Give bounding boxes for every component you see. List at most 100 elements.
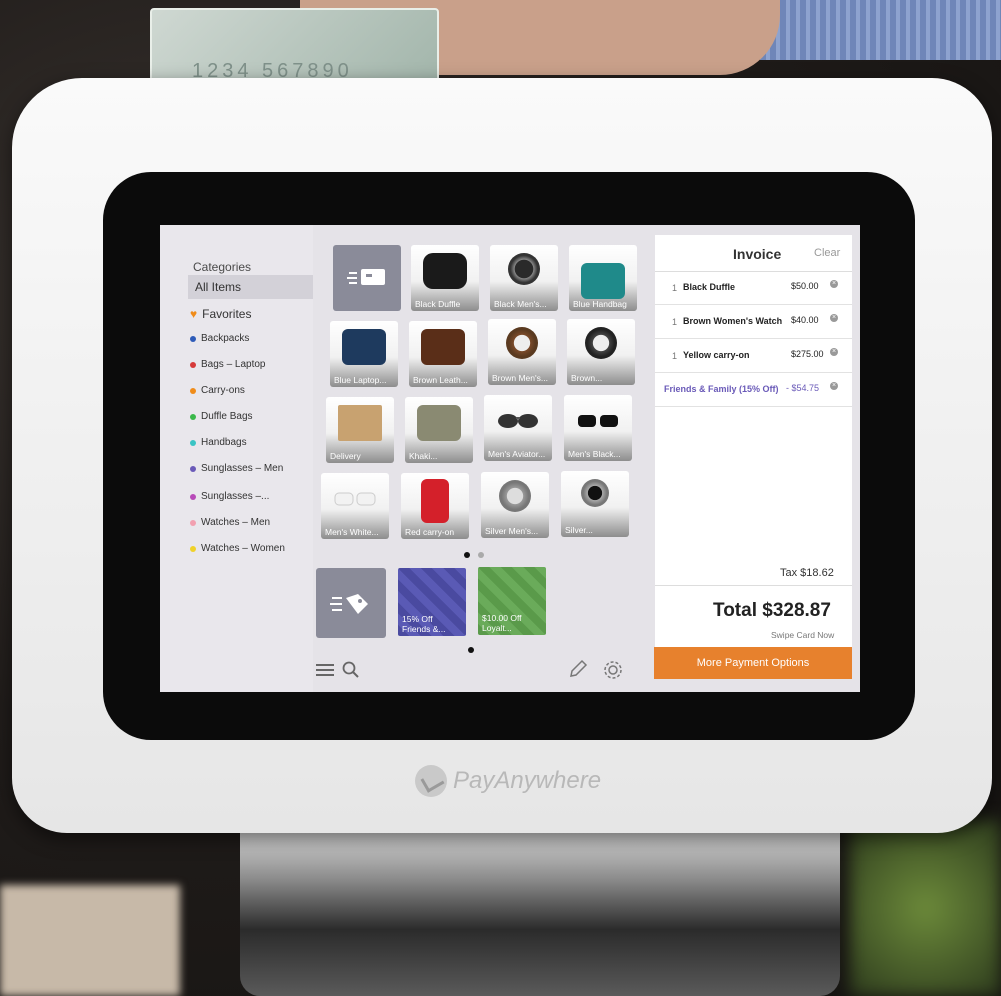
clear-button[interactable]: Clear (814, 247, 840, 259)
product-tile[interactable]: Blue Handbag (569, 245, 637, 311)
discount-amount: - $54.75 (786, 383, 820, 393)
invoice-line[interactable]: 1 Black Duffle $50.00 × (655, 271, 852, 305)
watch-image (506, 327, 538, 359)
sidebar-item-label: Carry-ons (201, 385, 245, 396)
sidebar-item-label: Watches – Men (201, 517, 271, 528)
category-sidebar: Categories All Items ♥ Favorites Backpac… (160, 225, 313, 692)
add-discount-tile[interactable] (316, 568, 386, 638)
product-tile[interactable]: Red carry-on (401, 473, 469, 539)
product-tile[interactable]: Men's Black... (564, 395, 632, 461)
discount-label: $10.00 Off Loyalt... (482, 613, 522, 633)
card-item-icon (347, 269, 385, 285)
line-qty: 1 (672, 283, 678, 293)
category-color-dot (190, 335, 196, 342)
sidebar-item-label: Duffle Bags (201, 411, 253, 422)
product-tile[interactable]: Black Men's... (490, 245, 558, 311)
discount-name: Friends & Family (15% Off) (664, 384, 779, 394)
remove-line-icon[interactable]: × (830, 280, 838, 288)
product-tile[interactable]: Silver... (561, 471, 629, 537)
product-tile[interactable]: Black Duffle (411, 245, 479, 311)
shirt-sleeve (760, 0, 1001, 60)
sunglasses-image (496, 403, 540, 439)
invoice-discount-line[interactable]: Friends & Family (15% Off) - $54.75 × (655, 373, 852, 407)
product-tile[interactable]: Khaki... (405, 397, 473, 463)
total-amount: Total $328.87 (713, 600, 831, 621)
sunglasses-image (576, 403, 620, 439)
product-tile[interactable]: Brown Leath... (409, 321, 477, 387)
discount-tile[interactable]: 15% Off Friends &... (398, 568, 466, 636)
remove-line-icon[interactable]: × (830, 314, 838, 322)
invoice-line[interactable]: 1 Brown Women's Watch $40.00 × (655, 305, 852, 339)
background-plant (850, 820, 1001, 996)
background-counter (0, 885, 180, 996)
laptop-bag-image (342, 329, 386, 365)
pencil-icon[interactable] (568, 659, 588, 679)
category-color-dot (190, 387, 196, 394)
add-item-tile[interactable] (333, 245, 401, 311)
page-indicator-active[interactable] (464, 552, 470, 558)
sidebar-item-label: Favorites (202, 307, 252, 321)
sidebar-item-duffle-bags[interactable]: Duffle Bags (190, 411, 253, 422)
sidebar-item-bags-laptop[interactable]: Bags – Laptop (190, 359, 266, 370)
menu-icon[interactable] (315, 662, 337, 678)
product-label: Khaki... (409, 451, 438, 461)
categories-title: Categories (193, 260, 252, 274)
sidebar-item-favorites[interactable]: ♥ Favorites (190, 307, 251, 321)
product-label: Blue Handbag (573, 299, 627, 309)
discount-line1: 15% Off (402, 614, 433, 624)
invoice-title: Invoice (733, 246, 782, 262)
sidebar-item-watches-men[interactable]: Watches – Men (190, 517, 270, 528)
line-qty: 1 (672, 351, 678, 361)
total-divider (655, 585, 852, 586)
sidebar-item-backpacks[interactable]: Backpacks (190, 333, 249, 344)
line-price: $50.00 (791, 281, 819, 291)
sidebar-item-sunglasses-men[interactable]: Sunglasses – Men (190, 463, 283, 474)
sidebar-item-sunglasses-women[interactable]: Sunglasses –... (190, 491, 269, 502)
duffle-bag-image (423, 253, 467, 289)
product-label: Black Duffle (415, 299, 461, 309)
gear-icon[interactable] (602, 659, 624, 681)
discount-tile[interactable]: $10.00 Off Loyalt... (478, 567, 546, 635)
invoice-line[interactable]: 1 Yellow carry-on $275.00 × (655, 339, 852, 373)
product-tile[interactable]: Silver Men's... (481, 472, 549, 538)
product-tile[interactable]: Men's Aviator... (484, 395, 552, 461)
product-label: Red carry-on (405, 527, 455, 537)
discount-line2: Loyalt... (482, 623, 512, 633)
device-stand (240, 830, 840, 996)
product-tile[interactable]: Blue Laptop... (330, 321, 398, 387)
category-color-dot (190, 413, 196, 420)
line-price: $275.00 (791, 349, 824, 359)
invoice-panel: Invoice Clear 1 Black Duffle $50.00 × 1 … (655, 235, 852, 647)
product-label: Brown Leath... (413, 375, 468, 385)
line-price: $40.00 (791, 315, 819, 325)
sidebar-item-carry-ons[interactable]: Carry-ons (190, 385, 245, 396)
product-tile[interactable]: Delivery (326, 397, 394, 463)
sidebar-item-watches-women[interactable]: Watches – Women (190, 543, 285, 554)
product-label: Men's White... (325, 527, 379, 537)
sidebar-item-label: Sunglasses – Men (201, 463, 284, 474)
page-indicator[interactable] (478, 552, 484, 558)
product-tile[interactable]: Brown Men's... (488, 319, 556, 385)
page-indicator-active[interactable] (468, 647, 474, 653)
line-qty: 1 (672, 317, 678, 327)
heart-icon: ♥ (190, 307, 198, 321)
watch-image (508, 253, 540, 285)
product-tile[interactable]: Men's White... (321, 473, 389, 539)
product-tile[interactable]: Brown... (567, 319, 635, 385)
more-payment-options-button[interactable]: More Payment Options (654, 647, 852, 679)
remove-line-icon[interactable]: × (830, 348, 838, 356)
remove-discount-icon[interactable]: × (830, 382, 838, 390)
line-name: Brown Women's Watch (683, 316, 783, 326)
product-label: Brown Men's... (492, 373, 548, 383)
sidebar-item-label: Sunglasses –... (201, 491, 270, 502)
sidebar-item-all-items[interactable]: All Items (188, 275, 313, 299)
product-label: Silver... (565, 525, 593, 535)
sidebar-item-handbags[interactable]: Handbags (190, 437, 247, 448)
discount-line1: $10.00 Off (482, 613, 522, 623)
tag-icon (330, 594, 368, 614)
watch-image (499, 480, 531, 512)
swipe-card-prompt: Swipe Card Now (771, 630, 835, 640)
search-icon[interactable] (342, 661, 360, 679)
handbag-image (581, 263, 625, 299)
pos-screen: Categories All Items ♥ Favorites Backpac… (160, 225, 860, 692)
